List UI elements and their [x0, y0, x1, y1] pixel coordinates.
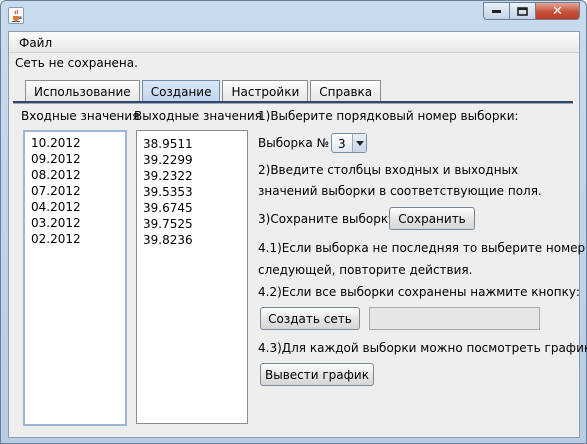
list-item: 09.2012: [31, 152, 81, 166]
tab-help[interactable]: Справка: [310, 80, 382, 102]
title-bar[interactable]: ✕: [1, 1, 586, 31]
maximize-icon: [517, 6, 528, 16]
list-item: 07.2012: [31, 184, 81, 198]
list-item: 04.2012: [31, 200, 81, 214]
list-item: 02.2012: [31, 232, 81, 246]
maximize-button[interactable]: [510, 2, 536, 20]
inputs-label: Входные значения: [21, 109, 140, 123]
inputs-textarea[interactable]: 10.2012 09.2012 08.2012 07.2012 04.2012 …: [23, 130, 127, 426]
tab-usage[interactable]: Использование: [25, 80, 140, 102]
minimize-button[interactable]: [483, 2, 510, 20]
chevron-down-icon[interactable]: [352, 134, 366, 152]
list-item: 38.9511: [143, 137, 193, 151]
tab-bar: Использование Создание Настройки Справка: [25, 80, 383, 102]
menu-file[interactable]: Файл: [19, 36, 52, 50]
step3-text: 3)Сохраните выборку:: [258, 212, 400, 226]
create-network-button[interactable]: Создать сеть: [260, 307, 360, 330]
sample-number-select[interactable]: 3: [331, 133, 367, 153]
save-button[interactable]: Сохранить: [389, 207, 475, 230]
list-item: 10.2012: [31, 136, 81, 150]
progress-bar: [369, 307, 540, 330]
java-cup-icon[interactable]: [8, 7, 24, 24]
tab-create[interactable]: Создание: [141, 80, 221, 102]
list-item: 39.6745: [143, 201, 193, 215]
step43-text: 4.3)Для каждой выборки можно посмотреть …: [258, 341, 587, 355]
tab-settings[interactable]: Настройки: [222, 80, 309, 102]
step1-text: 1)Выберите порядковый номер выборки:: [258, 109, 519, 123]
step2-line2: значений выборки в соответствующие поля.: [258, 184, 542, 198]
outputs-textarea[interactable]: 38.9511 39.2299 39.2322 39.5353 39.6745 …: [136, 130, 248, 424]
tab-underline: [13, 101, 573, 104]
step41-line1: 4.1)Если выборка не последняя то выберит…: [258, 241, 586, 255]
app-window: ✕ Файл Сеть не сохранена. Использование …: [0, 0, 587, 444]
show-chart-button[interactable]: Вывести график: [260, 363, 374, 386]
close-icon: ✕: [552, 3, 563, 19]
list-item: 39.2322: [143, 169, 193, 183]
list-item: 03.2012: [31, 216, 81, 230]
list-item: 08.2012: [31, 168, 81, 182]
minimize-icon: [492, 10, 501, 13]
step41-line2: следующей, повторите действия.: [258, 263, 473, 277]
list-item: 39.7525: [143, 217, 193, 231]
list-item: 39.2299: [143, 153, 193, 167]
close-button[interactable]: ✕: [536, 2, 580, 20]
step42-text: 4.2)Если все выборки сохранены нажмите к…: [258, 285, 580, 299]
status-text: Сеть не сохранена.: [15, 56, 138, 70]
outputs-label: Выходные значения: [134, 109, 262, 123]
menu-bar: Файл: [9, 32, 579, 53]
content-area: Файл Сеть не сохранена. Использование Со…: [8, 31, 587, 438]
list-item: 39.5353: [143, 185, 193, 199]
sample-label: Выборка №: [258, 136, 329, 150]
list-item: 39.8236: [143, 233, 193, 247]
sample-number-value: 3: [338, 137, 346, 151]
step2-line1: 2)Введите столбцы входных и выходных: [258, 163, 519, 177]
